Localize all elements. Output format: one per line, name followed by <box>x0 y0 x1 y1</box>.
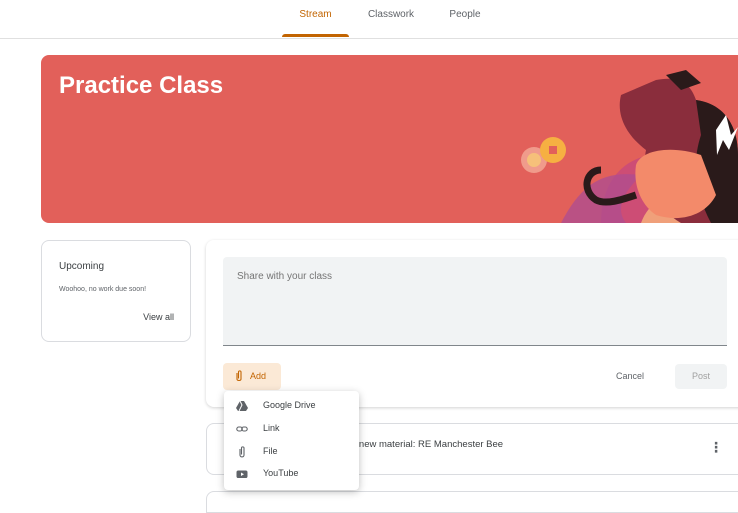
tab-people[interactable]: People <box>437 0 493 38</box>
upcoming-subtitle: Woohoo, no work due soon! <box>59 286 147 293</box>
banner-illustration <box>521 70 738 223</box>
menu-item-label: Link <box>263 423 280 433</box>
menu-item-google-drive[interactable]: Google Drive <box>224 395 359 417</box>
share-composer: Add Cancel Post <box>206 240 738 407</box>
post-button[interactable]: Post <box>675 364 727 389</box>
link-icon <box>236 426 248 432</box>
paperclip-icon <box>236 370 242 382</box>
menu-item-link[interactable]: Link <box>224 418 359 440</box>
tab-stream[interactable]: Stream <box>282 0 349 38</box>
upcoming-title: Upcoming <box>59 261 105 272</box>
top-navigation: Stream Classwork People <box>0 0 738 39</box>
google-drive-icon <box>236 400 248 412</box>
class-banner: Practice Class <box>41 55 738 223</box>
menu-item-label: YouTube <box>263 468 299 478</box>
share-input[interactable] <box>235 270 639 283</box>
tab-classwork[interactable]: Classwork <box>356 0 426 38</box>
menu-item-file[interactable]: File <box>224 441 359 463</box>
menu-item-label: Google Drive <box>263 400 316 410</box>
paperclip-icon <box>239 446 245 458</box>
youtube-icon <box>236 470 248 478</box>
stream-item-text: a new material: RE Manchester Bee <box>351 439 504 450</box>
view-all-link[interactable]: View all <box>143 312 174 322</box>
share-textarea-wrapper[interactable] <box>223 257 727 346</box>
menu-item-youtube[interactable]: YouTube <box>224 463 359 485</box>
active-tab-indicator <box>282 34 349 37</box>
stream-item-next[interactable] <box>206 491 738 513</box>
add-attachment-button[interactable]: Add <box>223 363 281 390</box>
menu-item-label: File <box>263 446 278 456</box>
cancel-button[interactable]: Cancel <box>616 371 644 381</box>
upcoming-card: Upcoming Woohoo, no work due soon! View … <box>41 240 191 342</box>
add-button-label: Add <box>250 371 267 381</box>
more-vert-icon[interactable]: ⋮ <box>709 439 723 456</box>
add-menu: Google Drive Link File YouTube <box>224 391 359 490</box>
